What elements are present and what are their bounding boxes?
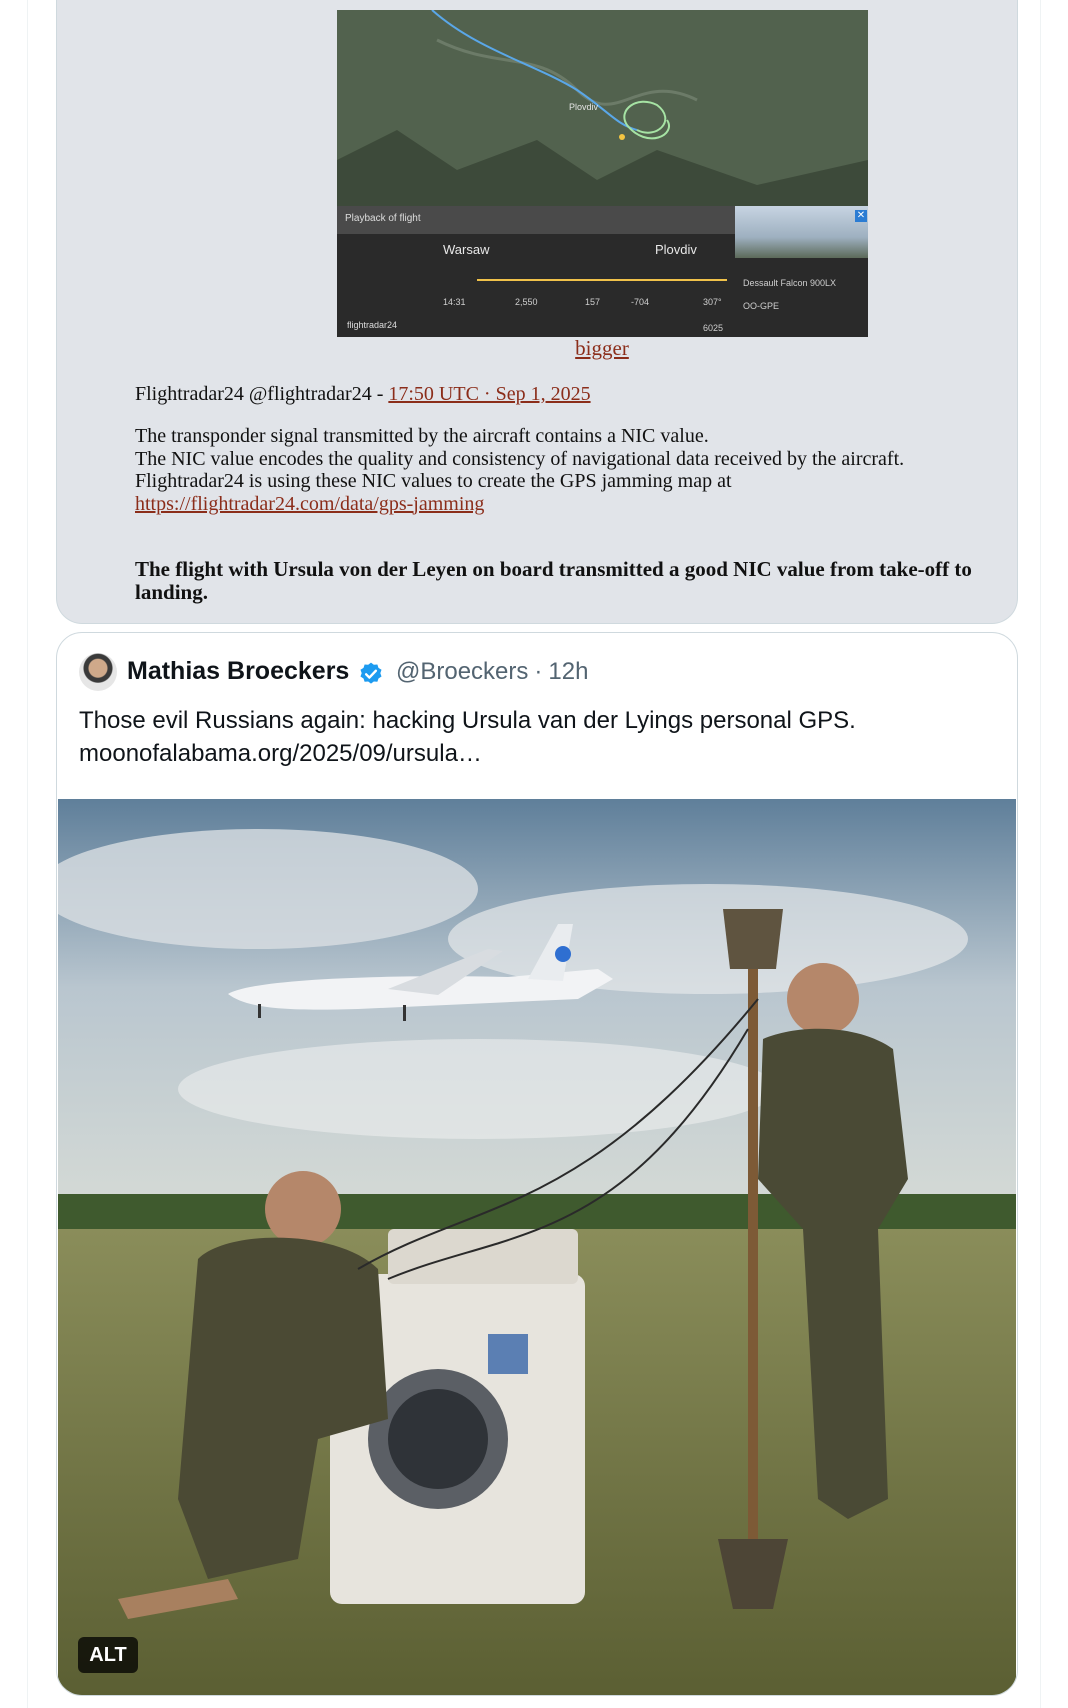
source-prefix: Flightradar24 @flightradar24 - <box>135 383 389 405</box>
tweet-meta: @Broeckers · 12h <box>396 658 588 686</box>
tweet-image[interactable]: ALT <box>58 799 1016 1695</box>
timeline-right-border <box>1040 0 1041 1708</box>
flightradar-logo: flightradar24 <box>347 320 398 330</box>
conclusion-text: The flight with Ursula von der Leyen on … <box>135 557 972 604</box>
flightradar-screenshot[interactable]: Plovdiv Playback of flight ✕ Warsaw Plov… <box>337 10 868 337</box>
verified-badge-icon <box>360 662 382 684</box>
timeline-left-border <box>27 0 28 1708</box>
source-timestamp-link[interactable]: 17:50 UTC · Sep 1, 2025 <box>388 383 590 405</box>
tweet-link[interactable]: moonofalabama.org/2025/09/ursula… <box>79 737 979 770</box>
author-handle[interactable]: @Broeckers <box>396 658 528 685</box>
paragraph-nic-value: The transponder signal transmitted by th… <box>135 425 709 447</box>
aircraft-type: Dessault Falcon 900LX <box>743 278 837 288</box>
playback-title: Playback of flight <box>345 213 421 224</box>
alt-text-badge[interactable]: ALT <box>78 1637 138 1673</box>
tweet-time[interactable]: 12h <box>548 658 588 685</box>
gps-jamming-link[interactable]: https://flightradar24.com/data/gps-jammi… <box>135 493 484 515</box>
origin-city: Warsaw <box>443 242 490 257</box>
flight-info-panel: Playback of flight ✕ Warsaw Plovdiv 14:3… <box>337 206 868 337</box>
track-value: 307° <box>703 297 722 307</box>
avatar[interactable] <box>79 653 117 691</box>
article-card: Plovdiv Playback of flight ✕ Warsaw Plov… <box>56 0 1018 624</box>
aircraft-photo <box>735 206 868 258</box>
time-value: 14:31 <box>443 297 466 307</box>
altitude-value: 2,550 <box>515 297 538 307</box>
tweet-text: Those evil Russians again: hacking Ursul… <box>79 704 979 770</box>
tweet-text-line: Those evil Russians again: hacking Ursul… <box>79 707 856 734</box>
paragraph-jamming-map: Flightradar24 is using these NIC values … <box>135 470 732 492</box>
flight-map: Plovdiv <box>337 10 868 206</box>
tweet-card[interactable]: Mathias Broeckers @Broeckers · 12h Those e… <box>56 632 1018 1696</box>
bigger-link[interactable]: bigger <box>547 336 657 361</box>
vertical-speed-value: -704 <box>631 297 650 307</box>
squawk-value: 6025 <box>703 323 724 333</box>
close-icon[interactable]: ✕ <box>855 210 867 222</box>
map-city-label: Plovdiv <box>569 102 599 112</box>
author-name[interactable]: Mathias Broeckers <box>127 657 349 686</box>
separator-dot: · <box>534 658 543 685</box>
article-body: The transponder signal transmitted by th… <box>135 425 995 515</box>
flight-path-map: Plovdiv <box>337 10 868 206</box>
playback-bar: Playback of flight <box>337 206 735 234</box>
destination-city: Plovdiv <box>655 242 697 257</box>
soldiers-washing-machine-image <box>58 799 1016 1695</box>
aircraft-registration: OO-GPE <box>743 301 780 311</box>
source-line: Flightradar24 @flightradar24 - 17:50 UTC… <box>135 383 995 406</box>
paragraph-nic-encoding: The NIC value encodes the quality and co… <box>135 447 905 470</box>
playback-progress[interactable] <box>477 279 727 281</box>
speed-value: 157 <box>585 297 601 307</box>
